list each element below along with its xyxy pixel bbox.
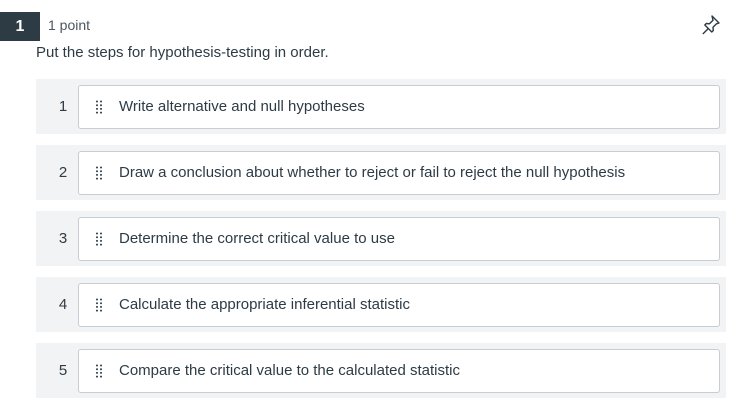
item-position: 4 — [58, 296, 68, 313]
list-item: 3 Determine the correct critical value t… — [36, 211, 726, 266]
step-text: Calculate the appropriate inferential st… — [119, 296, 410, 313]
drag-handle-icon[interactable] — [79, 152, 119, 194]
draggable-step-card[interactable]: Write alternative and null hypotheses — [78, 84, 720, 129]
step-text: Write alternative and null hypotheses — [119, 98, 365, 115]
question-container: 1 1 point Put the steps for hypothesis-t… — [0, 0, 733, 406]
list-item: 4 Calculate the appropriate inferential … — [36, 277, 726, 332]
draggable-step-card[interactable]: Compare the critical value to the calcul… — [78, 348, 720, 393]
item-position: 3 — [58, 230, 68, 247]
draggable-step-card[interactable]: Determine the correct critical value to … — [78, 216, 720, 261]
question-number: 1 — [15, 17, 25, 35]
ordering-list: 1 Write alternative and null hypotheses … — [36, 79, 726, 406]
question-points: 1 point — [48, 17, 91, 33]
drag-handle-icon[interactable] — [79, 284, 119, 326]
list-item: 5 Compare the critical value to the calc… — [36, 343, 726, 398]
question-prompt: Put the steps for hypothesis-testing in … — [36, 44, 329, 61]
drag-handle-icon[interactable] — [79, 350, 119, 392]
step-text: Determine the correct critical value to … — [119, 230, 395, 247]
question-number-badge: 1 — [0, 12, 40, 41]
pin-icon[interactable] — [701, 14, 721, 36]
item-position: 1 — [58, 98, 68, 115]
draggable-step-card[interactable]: Calculate the appropriate inferential st… — [78, 282, 720, 327]
item-position: 5 — [58, 362, 68, 379]
drag-handle-icon[interactable] — [79, 218, 119, 260]
list-item: 2 Draw a conclusion about whether to rej… — [36, 145, 726, 200]
item-position: 2 — [58, 164, 68, 181]
drag-handle-icon[interactable] — [79, 86, 119, 128]
step-text: Compare the critical value to the calcul… — [119, 362, 460, 379]
list-item: 1 Write alternative and null hypotheses — [36, 79, 726, 134]
step-text: Draw a conclusion about whether to rejec… — [119, 164, 626, 181]
draggable-step-card[interactable]: Draw a conclusion about whether to rejec… — [78, 150, 720, 195]
